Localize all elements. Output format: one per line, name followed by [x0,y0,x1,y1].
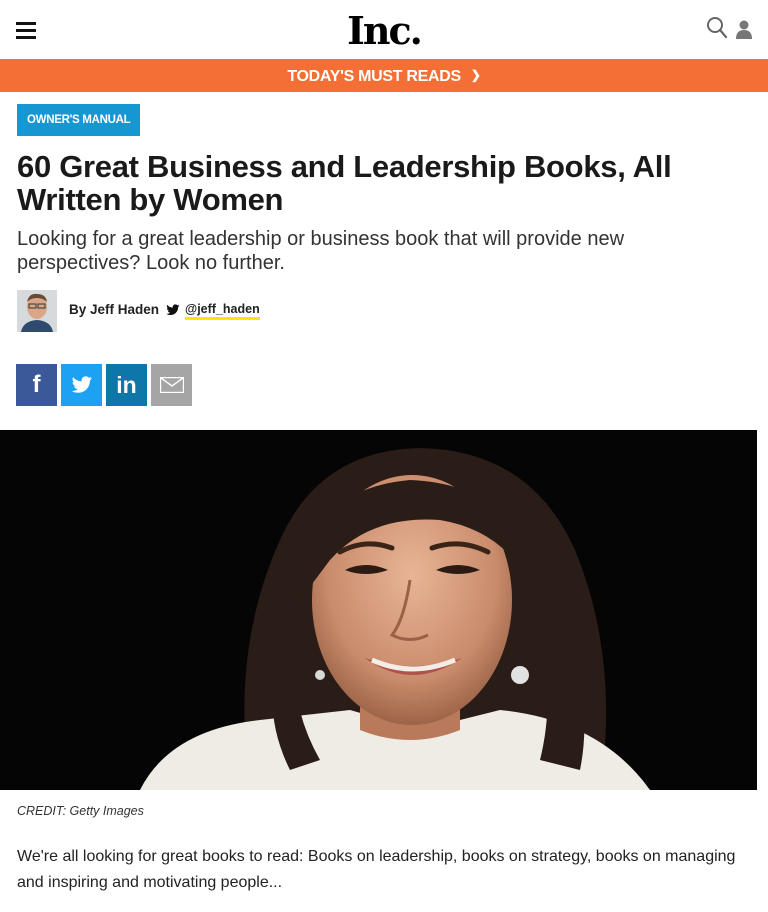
search-icon[interactable] [706,16,728,40]
banner-label: TODAY'S MUST READS [287,68,461,85]
linkedin-icon: in [116,371,137,398]
todays-must-reads-banner[interactable]: TODAY'S MUST READS ❯ [0,59,768,92]
article-headline: 60 Great Business and Leadership Books, … [17,149,672,217]
twitter-share-button[interactable] [61,364,102,406]
author-byline[interactable]: By Jeff Haden [69,302,159,317]
article-hero-image [0,430,757,790]
facebook-icon: f [32,371,41,398]
author-avatar[interactable] [17,290,57,332]
twitter-handle-link[interactable]: @jeff_haden [185,302,260,320]
twitter-icon [71,376,92,393]
twitter-bird-icon [166,304,180,316]
email-share-button[interactable] [151,364,192,406]
site-header: Inc. [0,0,768,58]
inc-logo[interactable]: Inc. [0,8,768,53]
article-dek: Looking for a great leadership or busine… [17,228,625,274]
category-tag[interactable]: OWNER'S MANUAL [17,104,141,136]
image-credit: CREDIT: Getty Images [17,804,144,818]
linkedin-share-button[interactable]: in [106,364,147,406]
article-body-intro: We're all looking for great books to rea… [17,848,736,891]
email-icon [159,377,184,393]
user-icon[interactable] [736,19,752,39]
facebook-share-button[interactable]: f [16,364,57,406]
chevron-down-icon: ❯ [470,68,481,82]
